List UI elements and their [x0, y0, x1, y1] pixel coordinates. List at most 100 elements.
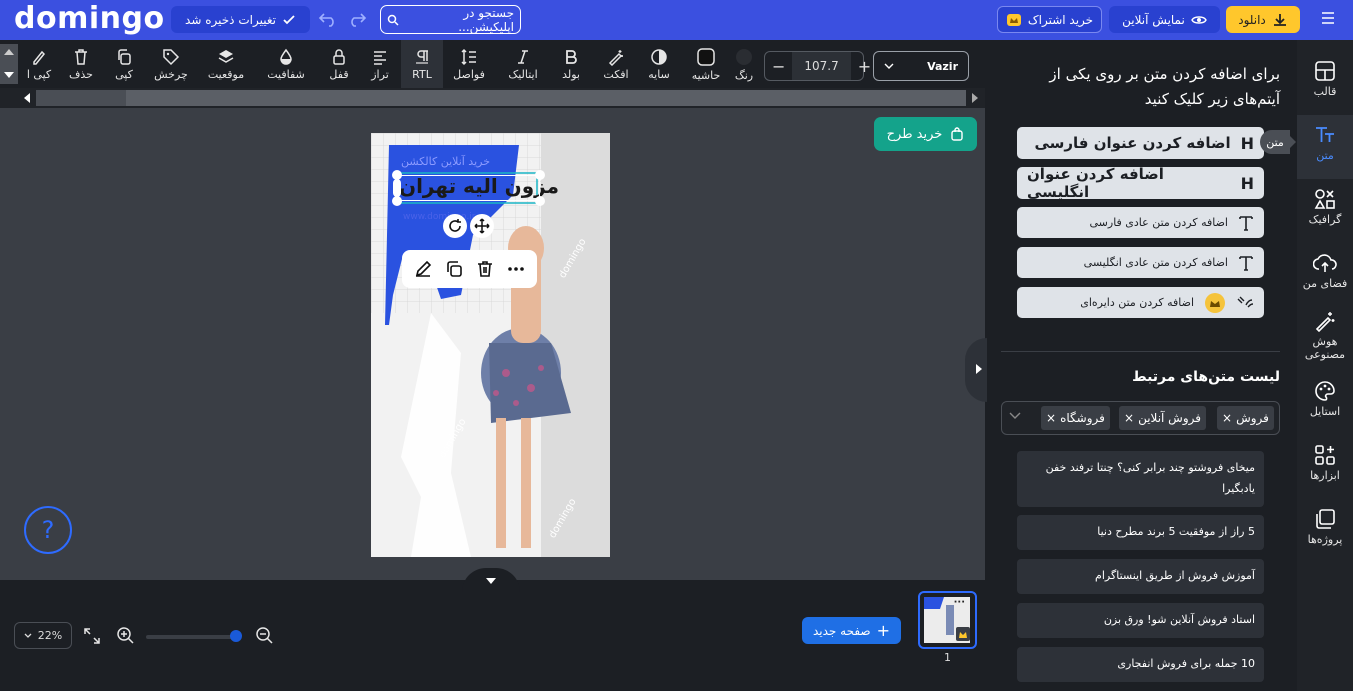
related-text-item[interactable]: میخای فروشتو چند برابر کنی؟ چنتا ترفند خ… — [1017, 451, 1264, 507]
sidebar-item-tools[interactable]: ابزارها — [1297, 444, 1353, 482]
tool-rotate[interactable]: چرخش — [150, 40, 192, 88]
redo-icon[interactable] — [347, 10, 367, 28]
tool-label: حاشیه — [691, 68, 721, 82]
tool-label: کپی — [115, 67, 133, 81]
delete-icon[interactable] — [475, 259, 495, 279]
add-english-heading-button[interactable]: اضافه کردن عنوان انگلیسی H — [1017, 165, 1264, 201]
sidebar-item-text[interactable]: متن — [1297, 124, 1353, 162]
sidebar-item-label: فضای من — [1302, 277, 1348, 290]
zoom-level-select[interactable]: 22% — [14, 622, 72, 649]
move-handle[interactable] — [470, 214, 494, 238]
poster-top-text: خرید آنلاین کالکشن — [401, 155, 491, 168]
fullscreen-icon[interactable] — [83, 627, 101, 645]
zoom-in-icon[interactable] — [116, 626, 136, 646]
add-persian-heading-button[interactable]: اضافه کردن عنوان فارسی H — [1017, 127, 1264, 159]
tool-shadow[interactable]: سایه — [642, 40, 676, 88]
panel-instruction: برای اضافه کردن متن بر روی یکی از آیتم‌ه… — [1049, 65, 1280, 108]
shapes-icon — [1314, 188, 1336, 210]
edit-icon[interactable] — [413, 259, 433, 279]
online-preview-button[interactable]: نمایش آنلاین — [1109, 6, 1220, 33]
saved-status-button[interactable]: تغییرات ذخیره شد — [171, 6, 310, 33]
hamburger-menu-icon[interactable] — [1320, 11, 1336, 25]
tool-align[interactable]: تراز — [363, 40, 397, 88]
tool-italic[interactable]: ایتالیک — [501, 40, 545, 88]
shadow-icon — [650, 48, 668, 66]
sidebar-item-graphics[interactable]: گرافیک — [1297, 188, 1353, 226]
tool-spacing[interactable]: فواصل — [449, 40, 489, 88]
close-icon[interactable]: × — [1222, 411, 1232, 425]
add-button-label: اضافه کردن عنوان فارسی — [1034, 134, 1231, 152]
tool-border[interactable]: حاشیه — [686, 40, 726, 88]
tool-opacity[interactable]: شفافیت — [262, 40, 310, 88]
zoom-value: 22% — [37, 629, 63, 642]
sidebar-item-my-space[interactable]: فضای من — [1297, 252, 1353, 290]
sidebar-item-projects[interactable]: پروژه‌ها — [1297, 508, 1353, 546]
search-input[interactable]: جستجو در اپلیکیشن... — [380, 5, 521, 34]
download-icon — [1272, 12, 1288, 28]
tool-label: شفافیت — [267, 67, 305, 81]
duplicate-icon[interactable] — [444, 259, 464, 279]
sidebar-item-ai[interactable]: هوش مصنوعی — [1297, 310, 1353, 361]
tag-chip[interactable]: × فروش آنلاین — [1119, 406, 1206, 430]
tool-rtl[interactable]: RTL — [401, 40, 443, 88]
new-page-button[interactable]: صفحه جدید + — [802, 617, 901, 644]
panel-collapse-handle[interactable] — [965, 338, 987, 402]
minus-icon[interactable]: − — [765, 57, 792, 76]
sidebar-item-style[interactable]: استایل — [1297, 380, 1353, 418]
resize-handle[interactable] — [535, 196, 545, 206]
rotate-handle[interactable] — [443, 214, 467, 238]
tool-copy[interactable]: کپی — [107, 40, 141, 88]
palette-icon — [1314, 380, 1336, 402]
resize-handle-side[interactable] — [393, 179, 401, 197]
close-icon[interactable]: × — [1046, 411, 1056, 425]
related-text-item[interactable]: آموزش فروش از طریق اینستاگرام — [1017, 559, 1264, 594]
resize-handle[interactable] — [535, 170, 545, 180]
sidebar-item-label: پروژه‌ها — [1307, 533, 1343, 546]
tool-delete[interactable]: حذف — [64, 40, 98, 88]
related-text-item[interactable]: 5 راز از موفقیت 5 برند مطرح دنیا — [1017, 515, 1264, 550]
chevron-down-icon[interactable] — [1009, 412, 1021, 420]
more-options-icon[interactable] — [506, 259, 526, 279]
page-thumbnail[interactable]: ··· — [918, 591, 977, 649]
chevron-down-icon — [486, 578, 496, 584]
font-size-stepper[interactable]: − 107.7 + — [764, 51, 871, 81]
buy-design-button[interactable]: خرید طرح — [874, 117, 977, 151]
resize-handle[interactable] — [392, 196, 402, 206]
tool-label: کپی ا — [26, 67, 52, 81]
tool-copy-style[interactable]: کپی ا — [22, 40, 56, 88]
scroll-left-icon[interactable] — [24, 93, 30, 103]
related-text-item[interactable]: استاد فروش آنلاین شو! ورق بزن — [1017, 603, 1264, 638]
selection-box[interactable] — [398, 175, 540, 201]
download-button[interactable]: دانلود — [1226, 6, 1300, 33]
tool-lock[interactable]: قفل — [322, 40, 356, 88]
tool-label: قفل — [329, 67, 349, 81]
related-text-item[interactable]: 10 جمله برای فروش انفجاری — [1017, 647, 1264, 682]
tool-bold[interactable]: بولد — [554, 40, 588, 88]
add-english-body-button[interactable]: اضافه کردن متن عادی انگلیسی — [1017, 247, 1264, 278]
toolbar-scroll-handle[interactable] — [0, 44, 18, 84]
copy-icon — [115, 48, 133, 66]
add-persian-body-button[interactable]: اضافه کردن متن عادی فارسی — [1017, 207, 1264, 238]
scroll-right-icon[interactable] — [972, 93, 978, 103]
zoom-slider[interactable] — [146, 635, 240, 639]
close-icon[interactable]: × — [1124, 411, 1134, 425]
help-button[interactable]: ? — [24, 506, 72, 554]
subscribe-button[interactable]: خرید اشتراک — [997, 6, 1102, 33]
font-size-value[interactable]: 107.7 — [792, 52, 851, 80]
layers-icon — [217, 48, 235, 66]
tag-chip[interactable]: × فروش — [1217, 406, 1274, 430]
add-circular-text-button[interactable]: اضافه کردن متن دایره‌ای — [1017, 287, 1264, 318]
zoom-slider-thumb[interactable] — [230, 630, 242, 642]
tool-color[interactable]: رنگ — [731, 40, 757, 88]
scrollbar-thumb[interactable] — [126, 90, 966, 106]
tag-chip[interactable]: × فروشگاه — [1041, 406, 1110, 430]
tool-label: تراز — [371, 67, 389, 81]
zoom-out-icon[interactable] — [255, 626, 275, 646]
tool-effect[interactable]: افکت — [597, 40, 635, 88]
thumbnail-more-icon[interactable]: ··· — [954, 597, 965, 608]
buy-design-label: خرید طرح — [886, 126, 943, 142]
sidebar-item-template[interactable]: قالب — [1297, 60, 1353, 98]
font-family-select[interactable]: Vazir — [873, 51, 969, 81]
tool-position[interactable]: موقعیت — [202, 40, 250, 88]
undo-icon[interactable] — [318, 10, 338, 28]
